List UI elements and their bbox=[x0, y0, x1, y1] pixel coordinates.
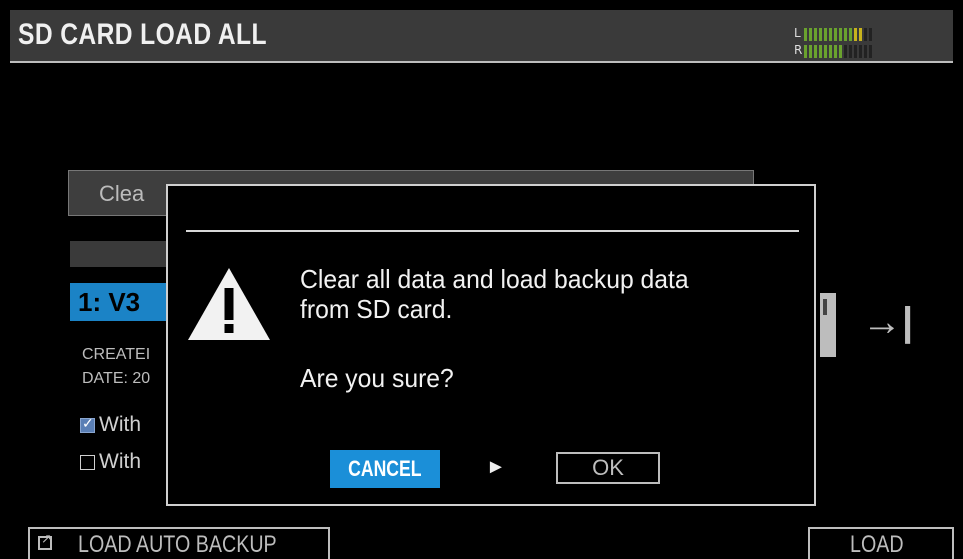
with-option-1: With bbox=[80, 413, 141, 437]
meter-segment bbox=[864, 28, 867, 41]
meter-segment bbox=[839, 45, 842, 58]
meter-segment bbox=[824, 45, 827, 58]
import-arrow-icon: →| bbox=[862, 300, 914, 344]
meter-segment bbox=[854, 28, 857, 41]
sd-card-icon bbox=[820, 293, 836, 357]
meter-segment bbox=[804, 45, 807, 58]
meter-segment bbox=[814, 28, 817, 41]
with-option-1-label: With bbox=[99, 413, 141, 436]
meter-segment bbox=[819, 28, 822, 41]
checkbox-checked bbox=[80, 415, 95, 433]
cancel-button-label: CANCEL bbox=[348, 456, 422, 481]
meter-segment bbox=[869, 28, 872, 41]
checkbox-unchecked bbox=[80, 454, 95, 470]
dialog-divider bbox=[186, 230, 799, 232]
meter-segment bbox=[829, 45, 832, 58]
meter-left-bar bbox=[804, 28, 872, 41]
load-button[interactable]: LOAD bbox=[808, 527, 954, 559]
ok-button[interactable]: OK bbox=[556, 452, 660, 484]
meter-segment bbox=[834, 28, 837, 41]
dialog-message: Clear all data and load backup data from… bbox=[300, 264, 689, 324]
meter-segment bbox=[839, 28, 842, 41]
screen: SD CARD LOAD ALL L R Clea 1: V3 CREATEI … bbox=[0, 0, 963, 559]
meter-segment bbox=[869, 45, 872, 58]
meter-left-label: L bbox=[794, 26, 801, 40]
page-title: SD CARD LOAD ALL bbox=[18, 18, 267, 51]
created-info: CREATEI bbox=[82, 346, 151, 363]
external-link-icon bbox=[38, 531, 52, 550]
meter-segment bbox=[809, 28, 812, 41]
cancel-button[interactable]: CANCEL bbox=[330, 450, 440, 488]
meter-segment bbox=[814, 45, 817, 58]
load-auto-backup-button[interactable]: LOAD AUTO BACKUP bbox=[28, 527, 330, 559]
meter-segment bbox=[819, 45, 822, 58]
backup-name-text: Clea bbox=[99, 181, 145, 206]
dialog-message-line1: Clear all data and load backup data bbox=[300, 264, 689, 294]
meter-segment bbox=[804, 28, 807, 41]
meter-segment bbox=[844, 45, 847, 58]
meter-segment bbox=[854, 45, 857, 58]
list-header-bar bbox=[70, 241, 180, 267]
with-option-2-label: With bbox=[99, 450, 141, 473]
pointer-arrow-icon: ► bbox=[486, 456, 506, 478]
meter-segment bbox=[844, 28, 847, 41]
meter-segment bbox=[849, 45, 852, 58]
meter-segment bbox=[829, 28, 832, 41]
meter-segment bbox=[834, 45, 837, 58]
selected-backup-label: 1: V3 bbox=[78, 287, 141, 317]
confirm-dialog: Clear all data and load backup data from… bbox=[166, 184, 816, 506]
meter-right-label: R bbox=[794, 43, 803, 57]
load-auto-backup-label: LOAD AUTO BACKUP bbox=[78, 531, 277, 558]
meter-segment bbox=[859, 45, 862, 58]
title-bar: SD CARD LOAD ALL L R bbox=[10, 10, 953, 63]
meter-segment bbox=[809, 45, 812, 58]
meter-right-bar bbox=[804, 45, 872, 58]
load-button-label: LOAD bbox=[850, 531, 904, 558]
dialog-message-line2: from SD card. bbox=[300, 294, 453, 324]
meter-segment bbox=[824, 28, 827, 41]
meter-segment bbox=[864, 45, 867, 58]
date-info: DATE: 20 bbox=[82, 370, 151, 387]
warning-triangle-icon bbox=[188, 268, 270, 340]
level-meter: L R bbox=[794, 26, 886, 68]
meter-segment bbox=[849, 28, 852, 41]
with-option-2: With bbox=[80, 450, 141, 474]
dialog-question: Are you sure? bbox=[300, 363, 454, 393]
selected-backup-item: 1: V3 bbox=[70, 283, 180, 321]
meter-segment bbox=[859, 28, 862, 41]
